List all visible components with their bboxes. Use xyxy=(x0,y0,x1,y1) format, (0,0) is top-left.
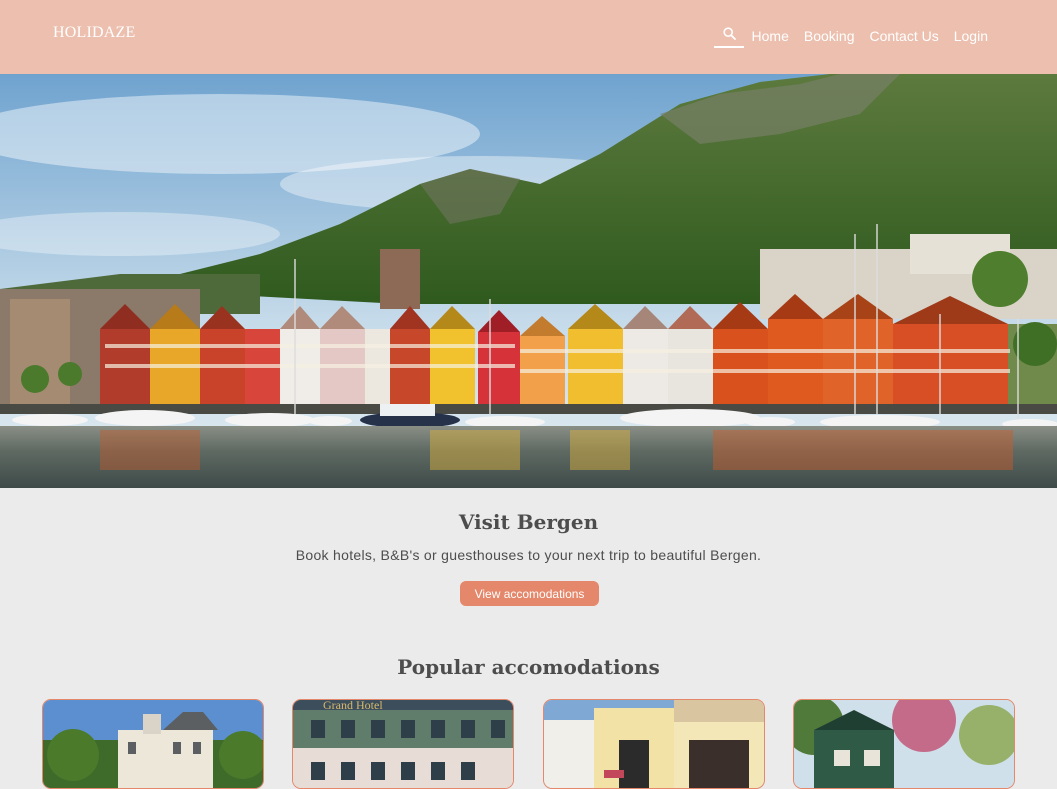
hero-image xyxy=(0,74,1057,488)
nav-contact[interactable]: Contact Us xyxy=(869,28,938,44)
search-icon xyxy=(722,27,736,40)
view-accomodations-button[interactable]: View accomodations xyxy=(460,581,599,606)
nav-links: Home Booking Contact Us Login xyxy=(713,24,988,48)
svg-text:Grand Hotel: Grand Hotel xyxy=(323,700,383,712)
top-navbar: HOLIDAZE Home Booking Contact Us Login xyxy=(0,0,1057,74)
nav-booking[interactable]: Booking xyxy=(804,28,855,44)
brand-logo[interactable]: HOLIDAZE xyxy=(53,24,135,42)
popular-title: Popular accomodations xyxy=(397,655,660,679)
nav-login[interactable]: Login xyxy=(954,28,988,44)
accommodation-cards: Grand Hotel xyxy=(0,699,1057,789)
search-button[interactable] xyxy=(713,24,744,48)
intro-subtitle: Book hotels, B&B's or guesthouses to you… xyxy=(295,547,762,563)
nav-home[interactable]: Home xyxy=(752,28,789,44)
intro-title: Visit Bergen xyxy=(458,510,599,534)
